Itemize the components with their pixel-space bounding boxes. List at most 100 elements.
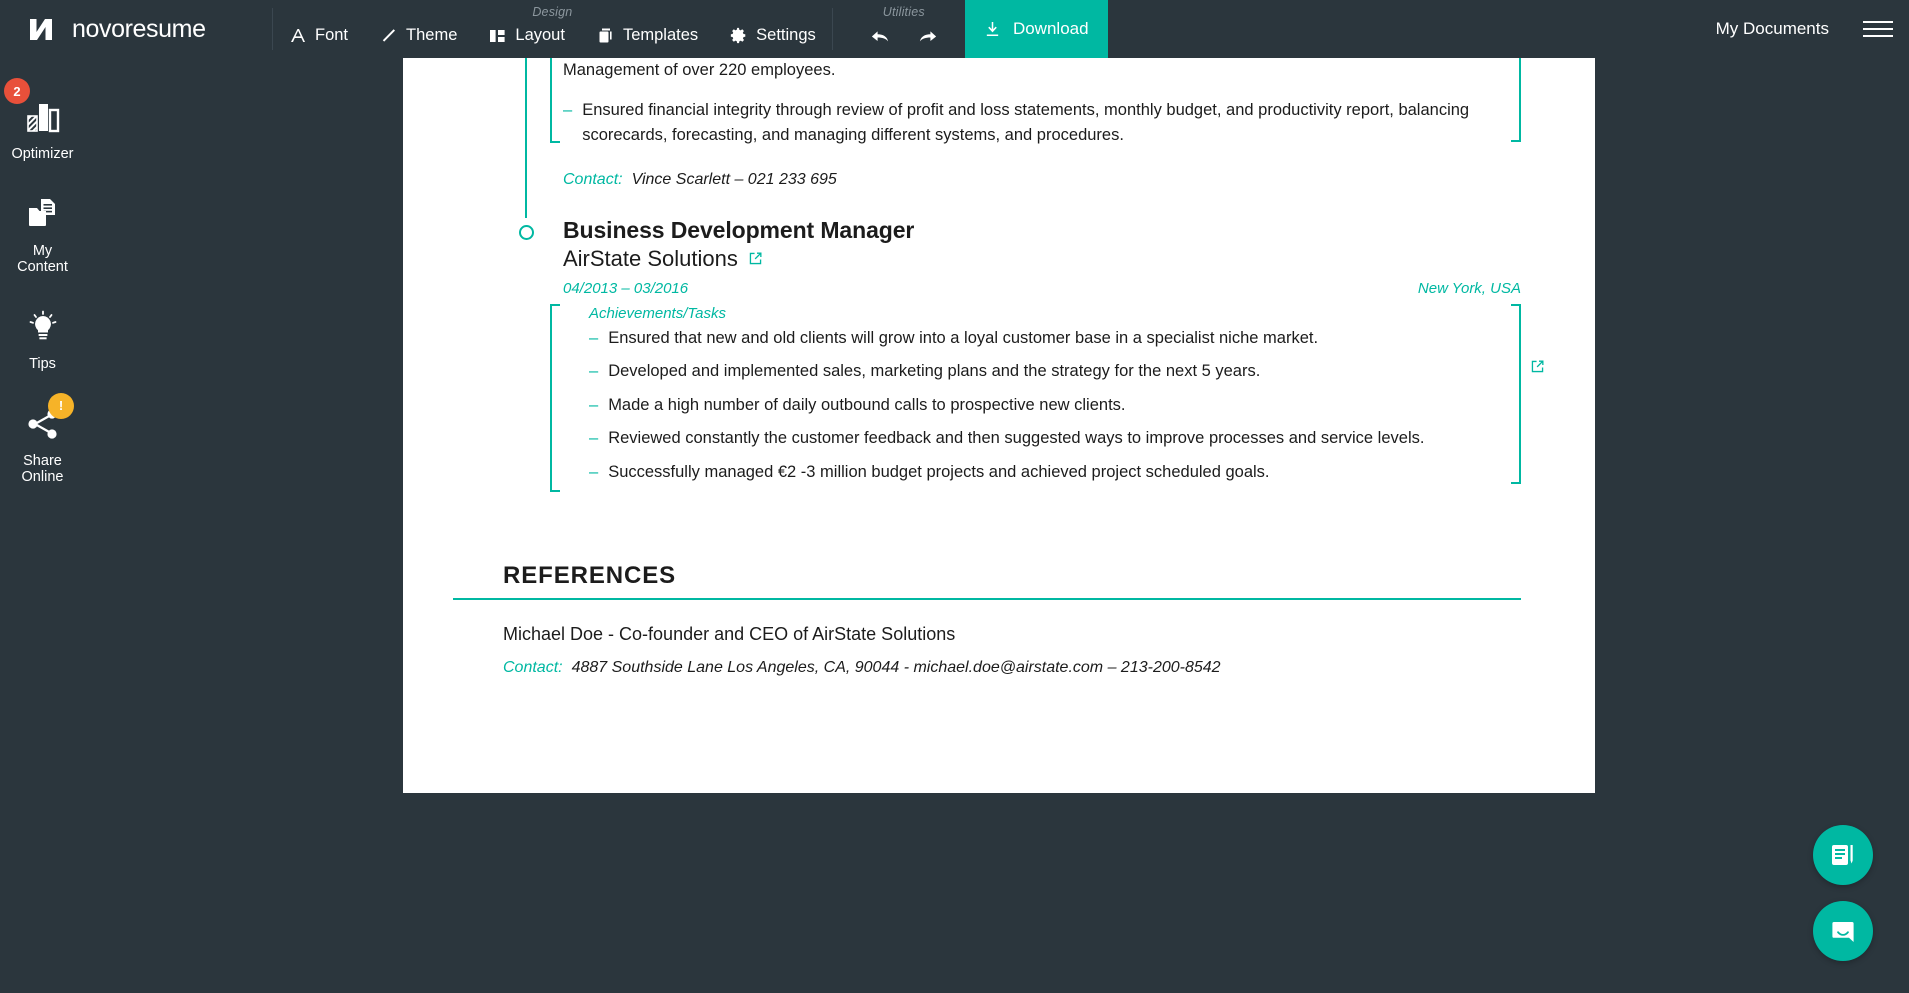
- sidebar-item-share-online[interactable]: ! Share Online: [0, 391, 85, 504]
- floating-action-buttons: [1813, 825, 1873, 961]
- templates-button-label: Templates: [622, 26, 699, 44]
- chat-smile-icon: [1828, 916, 1858, 946]
- bullet-dash-icon: –: [589, 462, 599, 481]
- achievements-label: Achievements/Tasks: [589, 304, 727, 322]
- current-right-bracket: [1511, 303, 1521, 484]
- theme-button[interactable]: Theme: [364, 18, 473, 54]
- date-range: 04/2013 – 03/2016: [563, 279, 689, 297]
- redo-arrow-icon: [918, 27, 939, 45]
- support-chat-fab[interactable]: [1813, 901, 1873, 961]
- font-a-icon: [289, 27, 306, 44]
- experience-entry-previous[interactable]: Management of over 220 employees. – Ensu…: [453, 58, 1545, 189]
- novoresume-editor: novoresume Design Font Theme Layout Temp…: [0, 0, 1909, 993]
- left-sidebar: 2 Optimizer My Content Tips ! Share Onli…: [0, 58, 85, 993]
- bullet-item[interactable]: – Successfully managed €2 -3 million bud…: [563, 460, 1545, 486]
- external-link-icon[interactable]: [748, 251, 763, 266]
- share-online-badge: !: [48, 392, 74, 419]
- bullet-item[interactable]: – Reviewed constantly the customer feedb…: [563, 426, 1545, 452]
- bullet-item[interactable]: – Ensured financial integrity through re…: [453, 98, 1545, 149]
- bullet-text: Ensured financial integrity through revi…: [582, 100, 1470, 145]
- current-bullet-rail: [550, 303, 560, 492]
- bullet-dash-icon: –: [589, 429, 599, 448]
- bullet-item[interactable]: – Made a high number of daily outbound c…: [563, 393, 1545, 419]
- undo-arrow-icon: [869, 27, 890, 45]
- novoresume-n-logo-icon: [24, 12, 58, 46]
- section-rule: [453, 597, 1521, 600]
- bullet-dash-icon: –: [563, 100, 573, 119]
- reference-name: Michael Doe - Co-founder and CEO of AirS…: [503, 624, 956, 644]
- company-name: AirState Solutions: [563, 245, 738, 271]
- gear-icon: [730, 27, 747, 44]
- bullet-item[interactable]: – Ensured that new and old clients will …: [563, 326, 1545, 352]
- toolbar-divider-utilities: [831, 8, 833, 50]
- hamburger-menu-icon[interactable]: [1847, 0, 1909, 58]
- bullet-text: Successfully managed €2 -3 million budge…: [608, 462, 1270, 481]
- previous-right-bracket: [1511, 58, 1521, 142]
- folder-document-icon: [25, 193, 61, 235]
- external-link-icon[interactable]: [1530, 359, 1545, 385]
- contact-value: 4887 Southside Lane Los Angeles, CA, 900…: [571, 659, 1221, 676]
- my-documents-link[interactable]: My Documents: [1698, 0, 1847, 58]
- layout-button[interactable]: Layout: [473, 18, 581, 54]
- previous-entry-contact[interactable]: Contact: Vince Scarlett – 021 233 695: [453, 171, 1545, 189]
- redo-button[interactable]: [908, 21, 949, 51]
- download-button[interactable]: Download: [964, 0, 1108, 58]
- sidebar-item-tips-label: Tips: [29, 356, 56, 373]
- bar-chart-icon: [24, 96, 62, 138]
- experience-entry-business-development-manager[interactable]: Business Development Manager AirState So…: [453, 216, 1545, 492]
- bullet-dash-icon: –: [589, 395, 599, 414]
- bullet-item[interactable]: – Developed and implemented sales, marke…: [563, 359, 1545, 385]
- settings-button-label: Settings: [756, 26, 816, 44]
- brand-name: novoresume: [72, 14, 206, 43]
- optimizer-badge: 2: [4, 78, 30, 104]
- sidebar-item-my-content[interactable]: My Content: [0, 181, 85, 294]
- templates-button[interactable]: Templates: [581, 18, 714, 54]
- section-title-references: REFERENCES: [503, 561, 677, 589]
- layout-button-label: Layout: [515, 26, 565, 44]
- bullet-text: Reviewed constantly the customer feedbac…: [608, 429, 1425, 448]
- reference-contact[interactable]: Contact: 4887 Southside Lane Los Angeles…: [453, 659, 1545, 677]
- lightbulb-icon: [26, 306, 60, 348]
- top-toolbar: novoresume Design Font Theme Layout Temp…: [0, 0, 1909, 58]
- resume-content: Management of over 220 employees. – Ensu…: [453, 58, 1545, 677]
- hamburger-bar-3: [1863, 35, 1893, 37]
- bullet-text: Made a high number of daily outbound cal…: [608, 395, 1126, 414]
- undo-button[interactable]: [859, 21, 900, 51]
- download-icon: [984, 21, 1001, 38]
- settings-button[interactable]: Settings: [714, 18, 832, 54]
- utilities-group: Utilities: [843, 0, 965, 58]
- previous-entry-bullets: Management of over 220 employees. – Ensu…: [453, 58, 1545, 149]
- company-name-row: AirState Solutions: [563, 246, 1545, 272]
- sidebar-item-tips[interactable]: Tips: [0, 294, 85, 391]
- sidebar-item-optimizer-label: Optimizer: [11, 146, 74, 162]
- sidebar-item-my-content-label: My Content: [17, 242, 68, 276]
- font-button-label: Font: [315, 26, 349, 44]
- previous-bullet-rail: [550, 58, 560, 143]
- download-button-label: Download: [1012, 19, 1089, 38]
- hamburger-bar-1: [1863, 21, 1893, 23]
- bullet-dash-icon: –: [589, 362, 599, 381]
- design-group: Design Font Theme Layout Templates Setti…: [273, 0, 832, 58]
- bullet-text: Management of over 220 employees.: [563, 61, 836, 79]
- brand-logo-area[interactable]: novoresume: [0, 0, 272, 58]
- document-canvas: Management of over 220 employees. – Ensu…: [85, 58, 1909, 993]
- bullet-item[interactable]: Management of over 220 employees.: [453, 58, 1545, 84]
- copy-pages-icon: [597, 27, 614, 44]
- document-pencil-icon: [1828, 840, 1858, 870]
- current-entry-bullets: – Ensured that new and old clients will …: [453, 303, 1545, 492]
- font-button[interactable]: Font: [273, 18, 364, 54]
- sidebar-item-optimizer[interactable]: 2 Optimizer: [0, 78, 85, 181]
- resume-page: Management of over 220 employees. – Ensu…: [403, 58, 1595, 793]
- sidebar-item-share-online-label: Share Online: [21, 452, 64, 486]
- bullet-dash-icon: –: [589, 328, 599, 347]
- job-title: Business Development Manager: [563, 216, 915, 243]
- cover-letter-fab[interactable]: [1813, 825, 1873, 885]
- layout-columns-icon: [489, 28, 506, 44]
- references-section[interactable]: REFERENCES Michael Doe - Co-founder and …: [453, 562, 1545, 678]
- bullet-text: Developed and implemented sales, marketi…: [608, 362, 1261, 381]
- contact-label: Contact:: [563, 170, 623, 188]
- theme-button-label: Theme: [406, 26, 458, 44]
- bullet-text: Ensured that new and old clients will gr…: [608, 328, 1319, 347]
- contact-label: Contact:: [503, 659, 563, 676]
